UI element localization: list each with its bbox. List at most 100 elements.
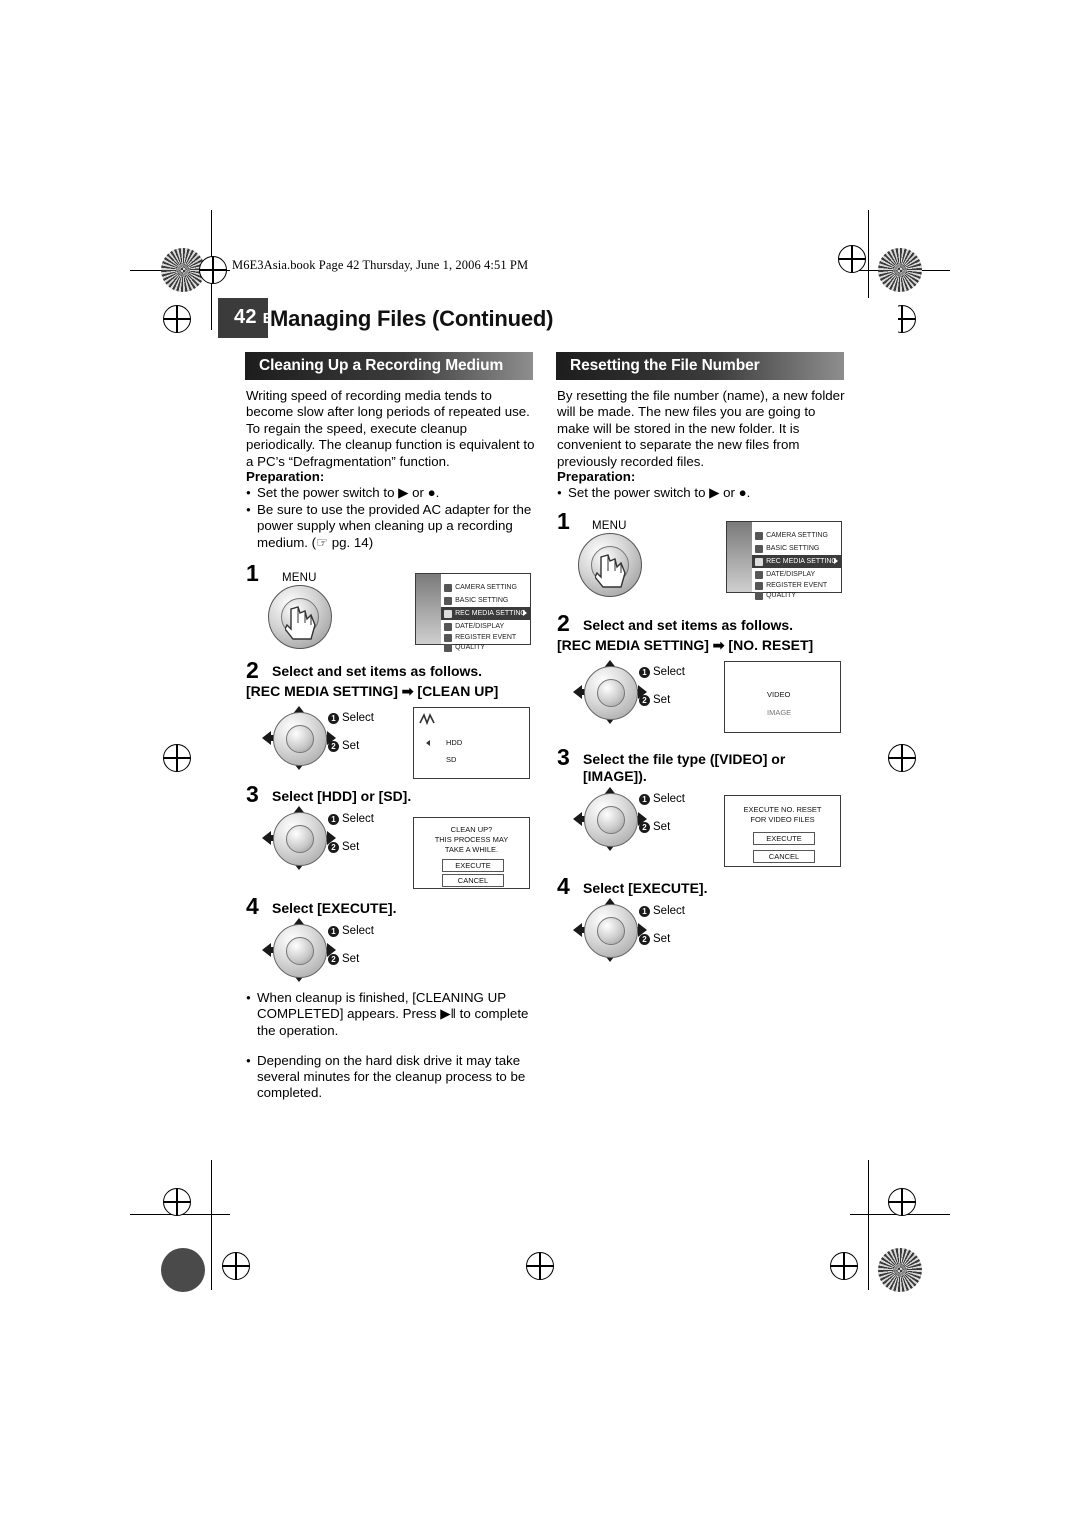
step-bullet-2: 2 <box>328 740 339 752</box>
r-step-bullet-2c: 2 <box>639 933 650 945</box>
chevron-right-icon-2 <box>834 558 838 564</box>
quality-icon <box>444 643 453 652</box>
step-bullet-1c: 1 <box>328 925 339 937</box>
wrench-icon-2 <box>755 544 764 553</box>
cleanup-preparation: Preparation: Set the power switch to ▶ o… <box>246 469 536 551</box>
menu-item-2[interactable]: REC MEDIA SETTING <box>441 607 530 620</box>
menu-item-1-label: BASIC SETTING <box>455 597 509 604</box>
cleanup-notes: When cleanup is finished, [CLEANING UP C… <box>246 989 534 1115</box>
reset-menu-item-4-label: REGISTER EVENT <box>766 582 828 589</box>
reg-mark-6 <box>888 744 916 772</box>
cleanup-note-2: Depending on the hard disk drive it may … <box>246 1053 534 1102</box>
left-caret-icon <box>426 740 430 746</box>
camera-icon-2 <box>755 531 764 540</box>
quality-icon-2 <box>755 591 764 600</box>
reset-step2-text: Select and set items as follows. <box>583 617 794 633</box>
cleanup-prep-item-1: Set the power switch to ▶ or ●. <box>246 485 536 502</box>
reset-prep-item-1: Set the power switch to ▶ or ●. <box>557 485 847 502</box>
reset-execute-button[interactable]: EXECUTE <box>753 832 815 845</box>
menu-item-0[interactable]: CAMERA SETTING <box>441 581 530 594</box>
clock-icon-2 <box>755 570 764 579</box>
joystick-cleanup-1 <box>262 706 336 770</box>
cleanup-step2-text: Select and set items as follows. <box>272 663 483 679</box>
reset-menu-item-1[interactable]: BASIC SETTING <box>752 542 841 555</box>
section-heading-cleanup-label: Cleaning Up a Recording Medium <box>259 357 504 374</box>
r-set-label-3: Set <box>653 933 671 945</box>
reset-step3-number: 3 <box>557 744 570 770</box>
menu-dial-right <box>578 533 642 597</box>
cleanup-1-set-label: 2 Set <box>328 740 359 752</box>
reg-mark-8 <box>888 1188 916 1216</box>
reset-menu-screen: CAMERA SETTING BASIC SETTING REC MEDIA S… <box>726 521 842 600</box>
reset-step4-number: 4 <box>557 873 570 899</box>
cleanup-step4-number: 4 <box>246 893 259 919</box>
r-set-label-2: Set <box>653 821 671 833</box>
reset-menu-item-0[interactable]: CAMERA SETTING <box>752 529 841 542</box>
reset-menu-item-1-label: BASIC SETTING <box>766 545 820 552</box>
reg-mark-1 <box>199 256 227 284</box>
step-bullet-2c: 2 <box>328 953 339 965</box>
book-file-line: M6E3Asia.book Page 42 Thursday, June 1, … <box>232 258 529 272</box>
menu-item-4-label: REGISTER EVENT <box>455 634 517 641</box>
set-label: Set <box>342 740 360 752</box>
star-target-bottomright <box>878 1248 922 1292</box>
media-item-sd[interactable]: SD <box>446 755 456 764</box>
filetype-item-image[interactable]: IMAGE <box>767 708 791 717</box>
step-bullet-2b: 2 <box>328 841 339 853</box>
media-item-hdd[interactable]: HDD <box>446 738 462 747</box>
reset-cancel-button[interactable]: CANCEL <box>753 850 815 863</box>
cleanup-step1-number: 1 <box>246 560 259 586</box>
menu-dial-left <box>268 585 332 649</box>
cleanup-note-1: When cleanup is finished, [CLEANING UP C… <box>246 990 534 1039</box>
menu-item-5[interactable]: QUALITY <box>441 641 530 654</box>
step-bullet-1b: 1 <box>328 813 339 825</box>
reg-mark-10 <box>526 1252 554 1280</box>
r-step-bullet-2b: 2 <box>639 821 650 833</box>
r-select-label-2: Select <box>653 793 685 805</box>
select-label: Select <box>342 712 374 724</box>
menu-item-1[interactable]: BASIC SETTING <box>441 594 530 607</box>
section-heading-reset-label: Resetting the File Number <box>570 357 760 374</box>
r-select-label-3: Select <box>653 905 685 917</box>
cleanup-confirm-panel: CLEAN UP? THIS PROCESS MAY TAKE A WHILE.… <box>413 817 530 889</box>
r-select-label: Select <box>653 666 685 678</box>
hand-cursor-icon-2 <box>595 554 626 588</box>
cleanup-execute-button[interactable]: EXECUTE <box>442 859 504 872</box>
filetype-item-video[interactable]: VIDEO <box>767 690 790 699</box>
media-icon <box>444 609 453 618</box>
reset-3-set-label: 2 Set <box>639 933 670 945</box>
reset-menu-item-5[interactable]: QUALITY <box>752 589 841 602</box>
reset-step3-text: Select the file type ([VIDEO] or [IMAGE]… <box>583 751 786 784</box>
camera-icon <box>444 583 453 592</box>
page-title: Managing Files (Continued) <box>270 306 554 331</box>
reset-menu-label: MENU <box>592 520 627 532</box>
reset-menu-item-2-label: REC MEDIA SETTING <box>766 558 837 565</box>
reset-menu-item-3-label: DATE/DISPLAY <box>766 571 816 578</box>
menu-item-2-label: REC MEDIA SETTING <box>455 610 526 617</box>
select-label-2: Select <box>342 813 374 825</box>
reset-step4-text: Select [EXECUTE]. <box>583 880 708 896</box>
section-heading-reset: Resetting the File Number <box>556 352 844 380</box>
cleanup-3-select-label: 1 Select <box>328 925 374 937</box>
menu-item-0-label: CAMERA SETTING <box>455 584 517 591</box>
cleanup-menu-screen: CAMERA SETTING BASIC SETTING REC MEDIA S… <box>415 573 531 652</box>
joystick-reset-3 <box>573 898 647 962</box>
reset-menu-item-2[interactable]: REC MEDIA SETTING <box>752 555 841 568</box>
cleanup-cancel-button[interactable]: CANCEL <box>442 874 504 887</box>
clock-icon <box>444 622 453 631</box>
reg-mark-11 <box>830 1252 858 1280</box>
cleanup-confirm-line1: CLEAN UP? <box>450 825 493 834</box>
chevron-right-icon <box>523 610 527 616</box>
reset-step2-number: 2 <box>557 610 570 636</box>
reset-2-select-label: 1 Select <box>639 793 685 805</box>
crop-line-right-v2 <box>868 1160 869 1290</box>
step-bullet-1: 1 <box>328 712 339 724</box>
crop-line-left-v2 <box>211 1160 212 1290</box>
cleanup-step2-sub: [REC MEDIA SETTING] ➡ [CLEAN UP] <box>246 683 499 699</box>
r-set-label: Set <box>653 694 671 706</box>
set-label-2: Set <box>342 841 360 853</box>
cleanup-prep-label: Preparation: <box>246 469 325 484</box>
cleanup-confirm-line3: TAKE A WHILE. <box>444 845 499 854</box>
reg-mark-9 <box>222 1252 250 1280</box>
cleanup-step3-number: 3 <box>246 781 259 807</box>
